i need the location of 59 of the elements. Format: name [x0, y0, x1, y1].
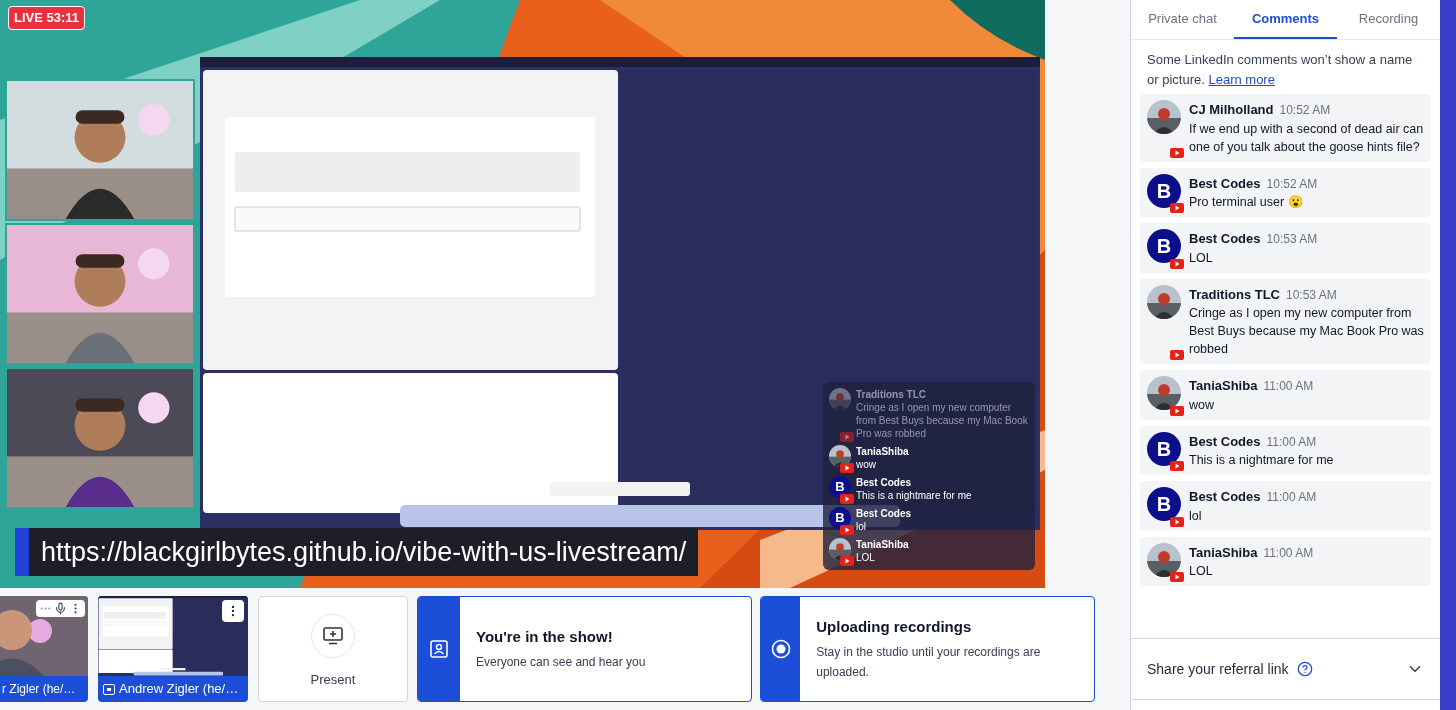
- help-icon[interactable]: [1296, 661, 1313, 677]
- comment-time: 11:00 AM: [1266, 489, 1317, 506]
- present-button[interactable]: Present: [258, 596, 408, 702]
- comment-author: CJ Milholland: [1189, 101, 1274, 119]
- comment-author: TaniaShiba: [1189, 377, 1258, 395]
- comment-time: 11:00 AM: [1263, 378, 1314, 395]
- avatar: B: [1147, 431, 1181, 466]
- comment-author: Best Codes: [1189, 230, 1261, 248]
- video-badge-icon: [1170, 405, 1184, 416]
- notice-text: Some LinkedIn comments won’t show a name or picture. Learn more: [1146, 51, 1414, 89]
- card-text: Stay in the studio until your recordings are uploaded.: [816, 644, 1042, 682]
- card-title: You're in the show!: [476, 626, 614, 647]
- tab[interactable]: Recording: [1337, 0, 1440, 39]
- comment-text: Cringe as I open my new computer from Best Buys because my Mac Book Pro was robbed: [1189, 305, 1424, 358]
- tab[interactable]: Comments: [1234, 0, 1337, 39]
- comment-text: LOL: [1189, 563, 1214, 580]
- card-text: Everyone can see and hear you: [476, 654, 646, 672]
- comment-text: Pro terminal user 😮: [1189, 194, 1305, 211]
- monitor-plus-icon: [323, 627, 343, 646]
- comment-text: LOL: [1189, 249, 1214, 267]
- card-title: Uploading recordings: [816, 616, 973, 637]
- comment-time: 10:53 AM: [1266, 231, 1318, 248]
- comment-author: TaniaShiba: [1189, 543, 1258, 562]
- video-badge-icon: [1170, 350, 1184, 360]
- video-badge-icon: [1170, 147, 1184, 158]
- record-icon: [770, 639, 791, 659]
- microphone-icon[interactable]: [54, 602, 67, 615]
- video-badge-icon: [1170, 203, 1184, 213]
- referral-row[interactable]: Share your referral link: [1131, 638, 1440, 700]
- avatar: B: [1147, 229, 1181, 263]
- avatar: B: [1147, 487, 1181, 521]
- person-card-icon: [430, 640, 448, 658]
- comment-text: wow: [1189, 396, 1215, 414]
- comment-author: Best Codes: [1189, 488, 1261, 506]
- video-badge-icon: [1170, 461, 1184, 471]
- comment-time: 10:52 AM: [1266, 175, 1318, 193]
- participant-name: Andrew Zigler (he/…: [119, 680, 239, 699]
- video-tile[interactable]: r Zigler (he/…: [0, 596, 88, 702]
- comment-time: 10:53 AM: [1286, 286, 1337, 304]
- video-badge-icon: [1170, 258, 1184, 269]
- screen-share-icon: [103, 683, 115, 695]
- comment-text: This is a nightmare for me: [1189, 452, 1334, 469]
- comment-author: Best Codes: [1189, 432, 1261, 451]
- video-badge-icon: [1170, 516, 1184, 527]
- referral-label: Share your referral link: [1147, 659, 1289, 679]
- video-badge-icon: [1170, 572, 1184, 582]
- comment-author: Traditions TLC: [1189, 285, 1280, 304]
- screen-tile[interactable]: Andrew Zigler (he/…: [98, 596, 248, 702]
- learn-more-link[interactable]: Learn more: [1208, 72, 1275, 87]
- comment-time: 11:00 AM: [1266, 433, 1317, 451]
- participant-name: r Zigler (he/…: [1, 681, 77, 698]
- comment-time: 11:00 AM: [1263, 544, 1314, 562]
- avatar: B: [1147, 173, 1181, 208]
- comment-time: 10:52 AM: [1279, 102, 1331, 119]
- comment-text: lol: [1189, 507, 1203, 525]
- menu-button[interactable]: [222, 600, 244, 622]
- comment-text: If we end up with a second of dead air can one of you talk about the goose hints file?: [1189, 120, 1424, 156]
- comment-author: Best Codes: [1189, 174, 1261, 193]
- tab[interactable]: Private chat: [1131, 0, 1234, 39]
